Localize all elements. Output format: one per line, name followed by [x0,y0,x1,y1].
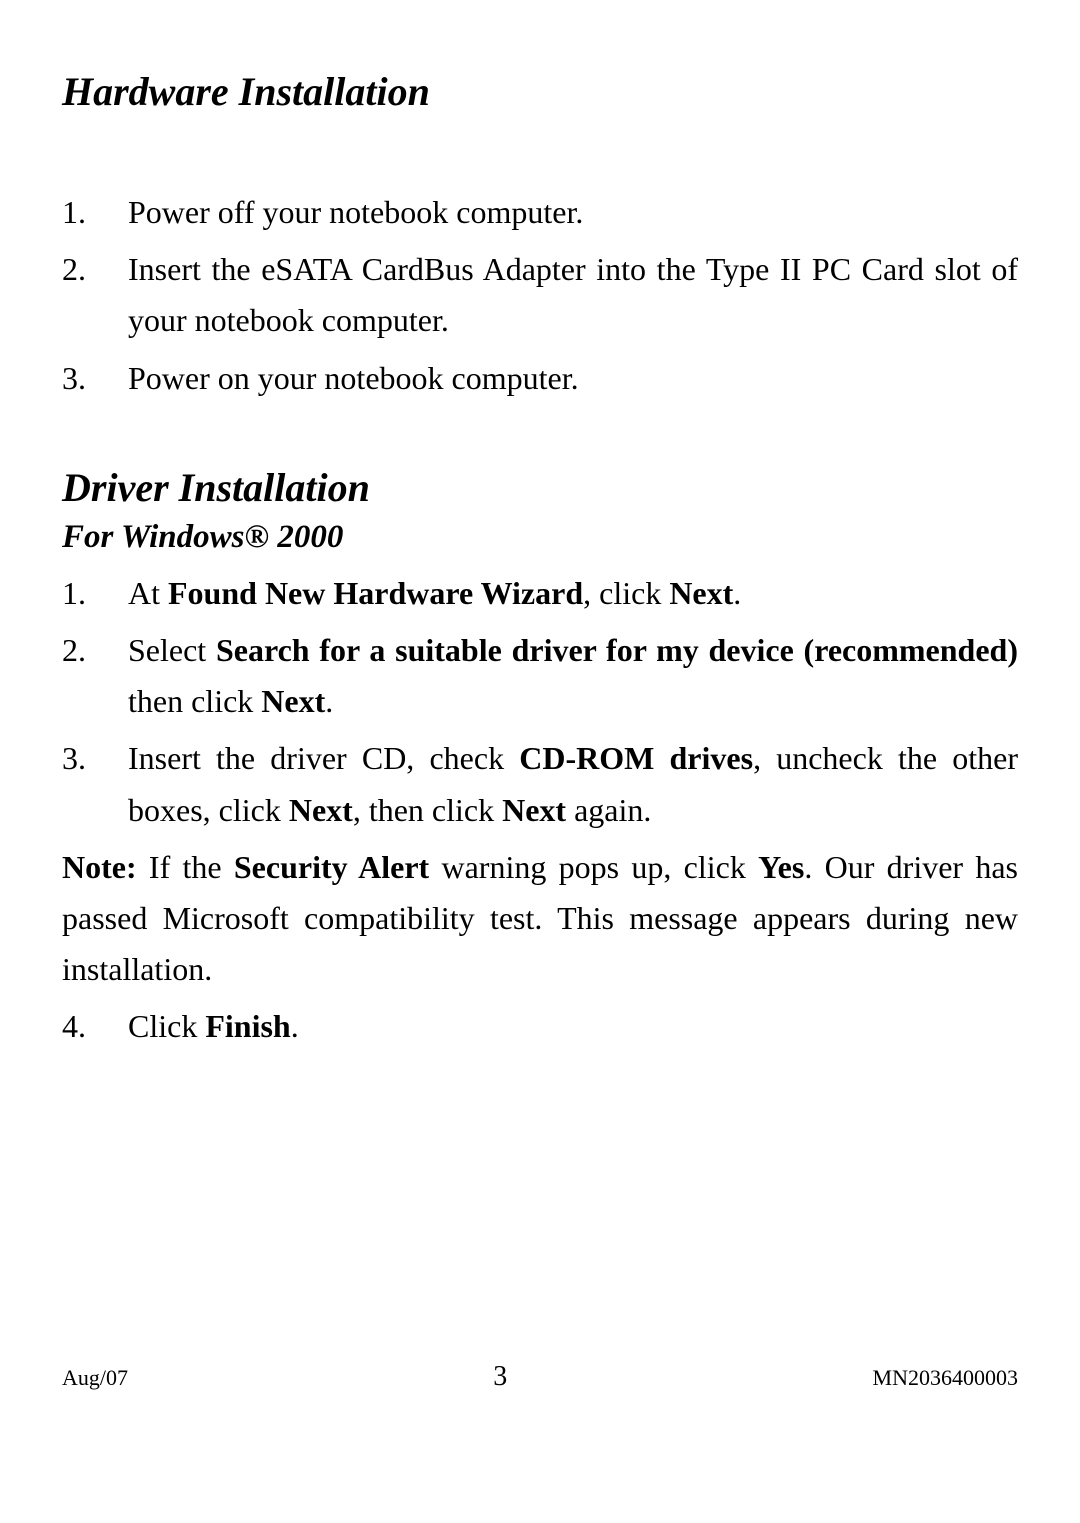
page-footer: Aug/07 3 MN2036400003 [62,1361,1018,1393]
list-number: 4. [62,1001,128,1052]
list-text: At Found New Hardware Wizard, click Next… [128,568,1018,619]
list-text: Insert the driver CD, check CD-ROM drive… [128,733,1018,835]
list-number: 3. [62,733,128,835]
footer-document-id: MN2036400003 [873,1365,1018,1391]
list-item: 1. At Found New Hardware Wizard, click N… [62,568,1018,619]
driver-steps-list-continued: 4. Click Finish. [62,1001,1018,1052]
list-text: Click Finish. [128,1001,1018,1052]
list-item: 2. Select Search for a suitable driver f… [62,625,1018,727]
note-paragraph: Note: If the Security Alert warning pops… [62,842,1018,996]
driver-installation-heading: Driver Installation [62,464,1018,511]
driver-steps-list: 1. At Found New Hardware Wizard, click N… [62,568,1018,836]
list-number: 2. [62,244,128,346]
footer-page-number: 3 [493,1361,507,1393]
list-item: 4. Click Finish. [62,1001,1018,1052]
list-text: Power off your notebook computer. [128,187,1018,238]
windows-2000-subheading: For Windows® 2000 [62,519,1018,556]
list-text: Select Search for a suitable driver for … [128,625,1018,727]
list-item: 3. Insert the driver CD, check CD-ROM dr… [62,733,1018,835]
hardware-steps-list: 1. Power off your notebook computer. 2. … [62,187,1018,404]
list-item: 2. Insert the eSATA CardBus Adapter into… [62,244,1018,346]
hardware-installation-heading: Hardware Installation [62,68,1018,115]
list-number: 1. [62,187,128,238]
list-item: 1. Power off your notebook computer. [62,187,1018,238]
list-text: Insert the eSATA CardBus Adapter into th… [128,244,1018,346]
list-number: 3. [62,353,128,404]
list-number: 2. [62,625,128,727]
list-number: 1. [62,568,128,619]
list-text: Power on your notebook computer. [128,353,1018,404]
footer-date: Aug/07 [62,1365,128,1391]
list-item: 3. Power on your notebook computer. [62,353,1018,404]
